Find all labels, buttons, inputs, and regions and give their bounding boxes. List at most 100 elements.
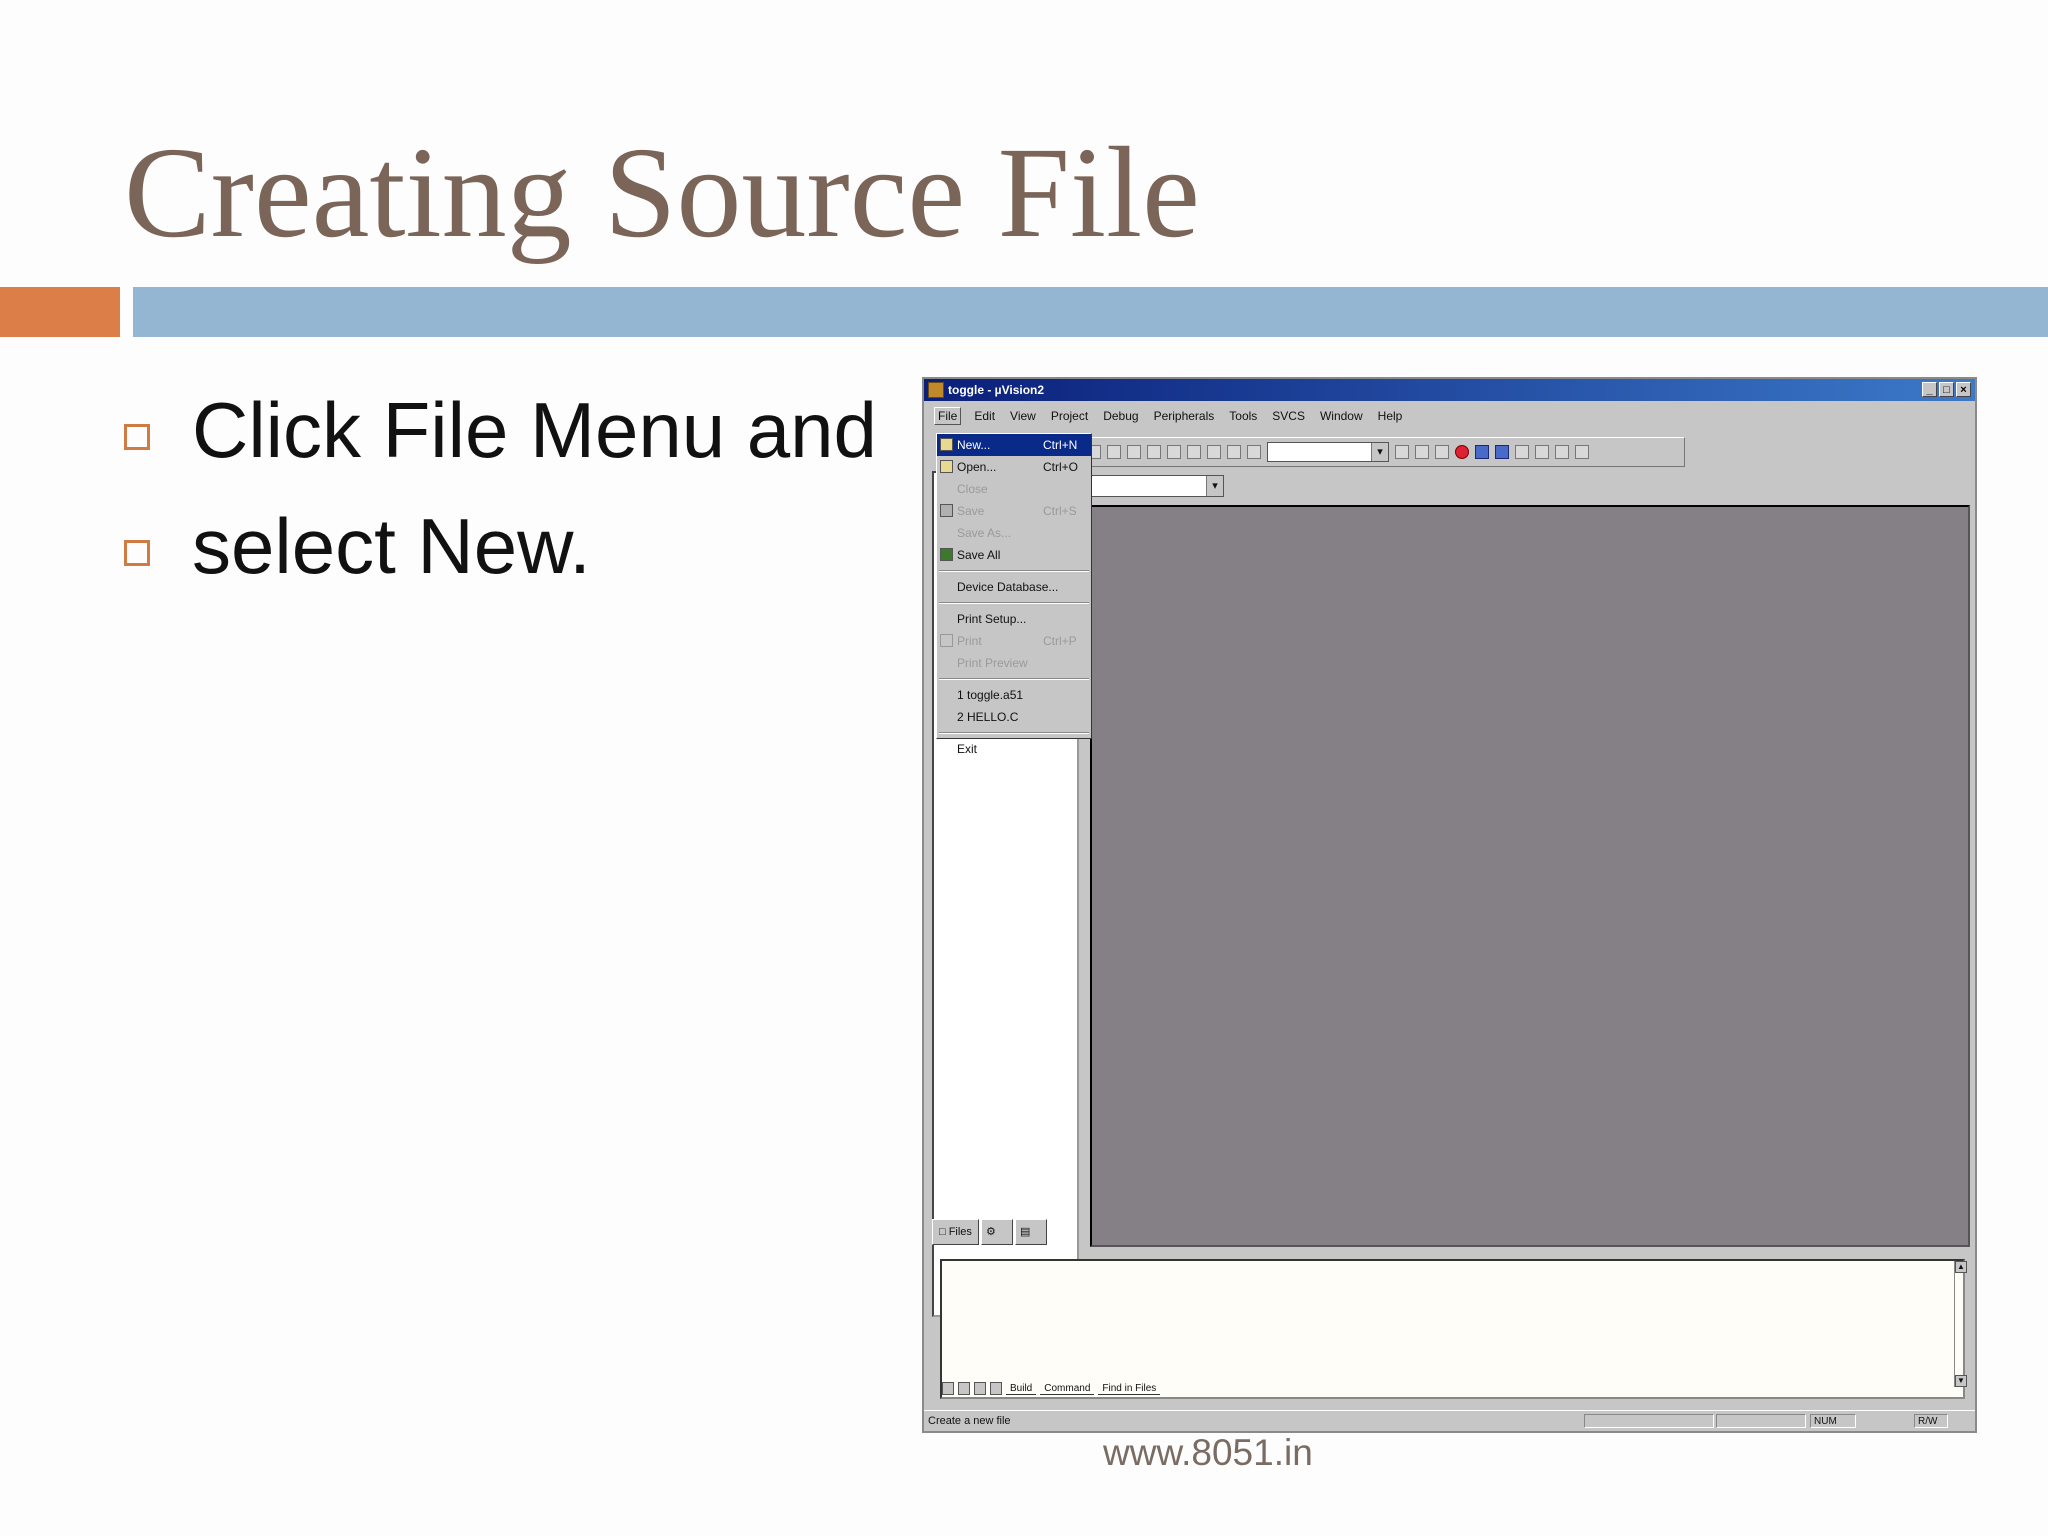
configure-icon[interactable] — [1535, 445, 1549, 459]
file-menu-dropdown: New... Ctrl+N Open... Ctrl+O Close Save Ctrl+S… — [936, 433, 1092, 756]
menu-item-print-preview[interactable]: Print Preview — [937, 652, 1091, 674]
menu-window[interactable]: Window — [1318, 407, 1365, 425]
window-controls: _ □ × — [1922, 382, 1971, 397]
main-toolbar — [1080, 437, 1685, 467]
tab-nav-next-icon[interactable] — [974, 1382, 986, 1395]
minimize-button[interactable]: _ — [1922, 382, 1937, 397]
menu-file[interactable]: File — [934, 407, 962, 425]
tab-files[interactable]: □ Files — [932, 1219, 979, 1245]
menu-item-open[interactable]: Open... Ctrl+O — [937, 456, 1091, 478]
tab-books[interactable]: ▤ — [1014, 1219, 1047, 1245]
workspace-icon[interactable] — [1475, 445, 1489, 459]
uvision-screenshot: toggle - µVision2 _ □ × File Edit View P… — [922, 377, 1977, 1433]
title-accent-bar-blue — [133, 287, 2048, 337]
output-tabs: Build Command Find in Files — [942, 1382, 1161, 1395]
find-in-files-icon[interactable] — [1395, 445, 1409, 459]
tab-build[interactable]: Build — [1006, 1383, 1037, 1395]
menu-item-close[interactable]: Close — [937, 478, 1091, 500]
new-file-icon — [940, 438, 953, 451]
menu-item-new[interactable]: New... Ctrl+N — [937, 434, 1091, 456]
redo-icon[interactable] — [1107, 445, 1121, 459]
find-combo[interactable] — [1267, 442, 1389, 462]
close-button[interactable]: × — [1956, 382, 1971, 397]
menu-item-save[interactable]: Save Ctrl+S — [937, 500, 1091, 522]
debug-icon[interactable] — [1415, 445, 1429, 459]
prev-bookmark-icon[interactable] — [1207, 445, 1221, 459]
menu-edit[interactable]: Edit — [972, 407, 997, 425]
tab-find-in-files[interactable]: Find in Files — [1098, 1383, 1161, 1395]
bullet-text: select New. — [192, 501, 591, 590]
menu-separator — [939, 570, 1089, 572]
clear-bookmarks-icon[interactable] — [1227, 445, 1241, 459]
app-icon — [928, 382, 944, 398]
menu-item-label: Save — [957, 504, 985, 518]
menu-svcs[interactable]: SVCS — [1270, 407, 1307, 425]
bullet-list: Click File Menu and select New. — [124, 372, 877, 604]
save-all-icon — [940, 548, 953, 561]
menu-item-print-setup[interactable]: Print Setup... — [937, 608, 1091, 630]
window-titlebar[interactable]: toggle - µVision2 _ □ × — [924, 379, 1975, 401]
menu-peripherals[interactable]: Peripherals — [1152, 407, 1217, 425]
menu-item-exit[interactable]: Exit — [937, 738, 1091, 760]
bullet-square-icon — [124, 540, 150, 566]
tab-files-label: Files — [948, 1226, 972, 1238]
menu-item-recent-2[interactable]: 2 HELLO.C — [937, 706, 1091, 728]
scroll-down-icon[interactable]: ▼ — [1955, 1375, 1967, 1387]
scroll-up-icon[interactable]: ▲ — [1955, 1261, 1967, 1273]
file-icon: □ — [939, 1226, 949, 1238]
status-bar: Create a new file NUM R/W — [924, 1410, 1975, 1431]
find-icon[interactable] — [1247, 445, 1261, 459]
menu-help[interactable]: Help — [1376, 407, 1405, 425]
menu-item-save-as[interactable]: Save As... — [937, 522, 1091, 544]
menu-item-label: Close — [957, 482, 988, 496]
menu-item-shortcut: Ctrl+S — [1043, 504, 1077, 518]
status-num: NUM — [1810, 1414, 1856, 1428]
menu-item-label: New... — [957, 438, 991, 452]
open-folder-icon — [940, 460, 953, 473]
output-window-icon[interactable] — [1495, 445, 1509, 459]
next-bookmark-icon[interactable] — [1187, 445, 1201, 459]
editor-area — [1090, 505, 1970, 1247]
tab-regs[interactable]: ⚙ — [980, 1219, 1013, 1245]
output-scrollbar[interactable]: ▲ ▼ — [1954, 1261, 1967, 1387]
menu-debug[interactable]: Debug — [1101, 407, 1140, 425]
breakpoint-icon[interactable] — [1515, 445, 1529, 459]
menu-item-recent-1[interactable]: 1 toggle.a51 — [937, 684, 1091, 706]
footer-url: www.8051.in — [1103, 1432, 1313, 1473]
menu-item-label: Open... — [957, 460, 997, 474]
menu-tools[interactable]: Tools — [1227, 407, 1259, 425]
target-combo[interactable] — [1089, 475, 1224, 497]
project-tabs: □ Files ⚙ ▤ — [932, 1219, 1047, 1245]
tab-nav-first-icon[interactable] — [942, 1382, 954, 1395]
menu-project[interactable]: Project — [1049, 407, 1090, 425]
slide-title: Creating Source File — [124, 121, 1200, 265]
bullet-text: Click File Menu and — [192, 385, 877, 474]
menu-item-save-all[interactable]: Save All — [937, 544, 1091, 566]
bookmark-icon[interactable] — [1167, 445, 1181, 459]
indent-icon[interactable] — [1127, 445, 1141, 459]
outdent-icon[interactable] — [1147, 445, 1161, 459]
status-rw: R/W — [1914, 1414, 1948, 1428]
status-cell — [1584, 1414, 1714, 1428]
browse-icon[interactable] — [1435, 445, 1449, 459]
bullet-item: select New. — [124, 488, 877, 604]
menu-item-label: Save As... — [957, 526, 1012, 540]
output-window — [940, 1259, 1965, 1399]
tab-nav-prev-icon[interactable] — [958, 1382, 970, 1395]
menu-item-shortcut: Ctrl+O — [1043, 460, 1079, 474]
maximize-button[interactable]: □ — [1939, 382, 1954, 397]
menu-item-print[interactable]: Print Ctrl+P — [937, 630, 1091, 652]
start-debug-icon[interactable] — [1455, 445, 1469, 459]
menu-separator — [939, 732, 1089, 734]
tab-nav-last-icon[interactable] — [990, 1382, 1002, 1395]
menu-item-device-database[interactable]: Device Database... — [937, 576, 1091, 598]
title-accent-bar-orange — [0, 287, 120, 337]
menu-view[interactable]: View — [1008, 407, 1038, 425]
menu-separator — [939, 678, 1089, 680]
print-icon — [940, 634, 953, 647]
window-icon[interactable] — [1575, 445, 1589, 459]
tab-command[interactable]: Command — [1040, 1383, 1095, 1395]
tools-icon[interactable] — [1555, 445, 1569, 459]
save-icon — [940, 504, 953, 517]
menu-item-label: Save All — [957, 548, 1001, 562]
